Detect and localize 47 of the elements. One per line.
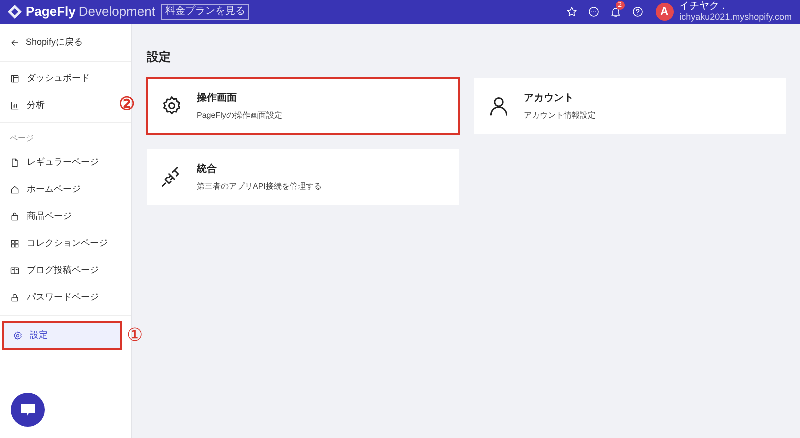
card-description: 第三者のアプリAPI接続を管理する (197, 180, 322, 192)
sidebar-item[interactable]: レギュラーページ (0, 149, 118, 176)
sidebar-item[interactable]: コレクションページ (0, 230, 118, 257)
sidebar-item[interactable]: ブログ投稿ページ (0, 257, 118, 284)
shop-domain: ichyaku2021.myshopify.com (680, 12, 792, 23)
star-icon (566, 6, 578, 18)
settings-card[interactable]: アカウント アカウント情報設定 (474, 78, 786, 134)
sidebar-item[interactable]: ダッシュボード (0, 65, 118, 92)
card-description: PageFlyの操作画面設定 (197, 110, 282, 122)
back-link[interactable]: Shopifyに戻る (0, 24, 131, 62)
book-icon (10, 266, 20, 276)
step-marker: ② (119, 94, 135, 114)
arrow-left-icon (10, 38, 20, 48)
bar-chart-icon (10, 100, 20, 110)
sidebar-item[interactable]: 分析 (0, 92, 118, 119)
bell-icon (610, 6, 622, 18)
card-description: アカウント情報設定 (524, 110, 596, 122)
sidebar-item[interactable]: 商品ページ (0, 203, 118, 230)
gear-icon (161, 95, 183, 117)
grid-icon (10, 238, 20, 248)
settings-card[interactable]: 統合 第三者のアプリAPI接続を管理する (147, 149, 459, 205)
gear-icon (13, 330, 23, 340)
lock-icon (10, 292, 20, 302)
pricing-plan-button[interactable]: 料金プランを見る (161, 4, 250, 20)
chat-button[interactable] (11, 393, 45, 427)
step-marker: ① (127, 325, 143, 345)
person-icon (488, 95, 510, 117)
page-title: 設定 (147, 49, 172, 66)
user-name: イチヤク . (680, 1, 726, 12)
card-title: アカウント (524, 92, 575, 106)
user-avatar[interactable]: A (656, 3, 674, 21)
section-label: ページ (9, 133, 35, 145)
bag-icon (10, 212, 20, 222)
document-icon (10, 158, 20, 168)
sidebar-item[interactable]: 設定 (3, 322, 121, 349)
layout-icon (10, 74, 20, 84)
edition-label: Development (78, 3, 156, 22)
help-icon (632, 6, 644, 18)
sidebar-item[interactable]: パスワードページ (0, 284, 118, 311)
chat-bubble-icon (20, 403, 36, 417)
logo-icon (8, 5, 22, 19)
card-title: 操作画面 (197, 92, 238, 106)
card-title: 統合 (197, 162, 218, 176)
home-icon (10, 184, 20, 194)
brand-name: PageFly (26, 3, 76, 22)
chat-icon (588, 6, 600, 18)
sidebar-item[interactable]: ホームページ (0, 176, 118, 203)
